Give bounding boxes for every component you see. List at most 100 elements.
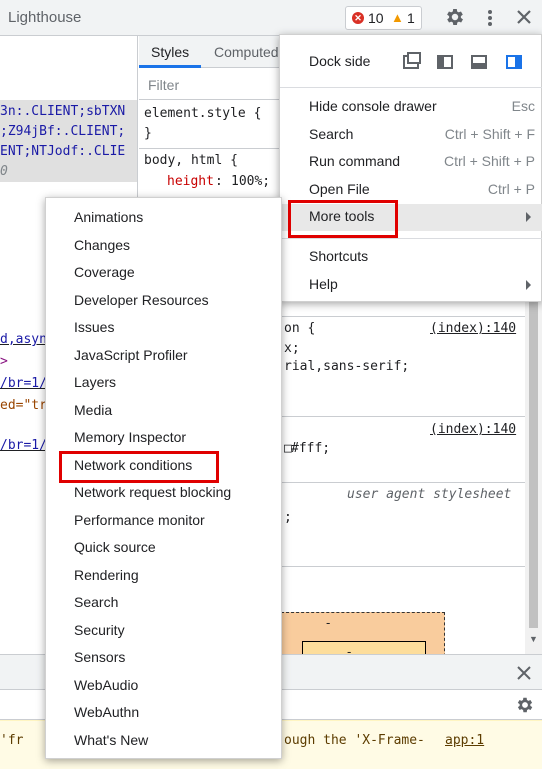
submenu-item-sensors[interactable]: Sensors <box>46 644 281 671</box>
submenu-item-security[interactable]: Security <box>46 617 281 644</box>
css-value-height[interactable]: 100%; <box>231 174 270 189</box>
dock-left-icon[interactable] <box>437 55 453 69</box>
issues-counter-badge[interactable]: ✕ 10 ▲ 1 <box>345 6 422 30</box>
css-declaration[interactable]: ; <box>284 510 292 525</box>
submenu-item-layers[interactable]: Layers <box>46 369 281 396</box>
undock-icon[interactable] <box>403 52 421 69</box>
menu-item-label: Hide console drawer <box>309 98 437 114</box>
submenu-item-label: What's New <box>74 732 149 748</box>
submenu-item-label: Developer Resources <box>74 292 209 308</box>
rule-selector[interactable]: on { <box>284 321 315 336</box>
devtools-topbar: Lighthouse ✕ 10 ▲ 1 <box>0 0 542 36</box>
submenu-item-label: Issues <box>74 319 115 335</box>
code-line: ed="tr <box>0 398 47 413</box>
code-text: ;Z94jBf:.CLIENT; <box>0 124 126 139</box>
code-line: /br=1/ <box>0 376 47 391</box>
scroll-down-arrow-icon[interactable]: ▼ <box>529 634 538 644</box>
menu-item-label: Help <box>309 276 338 292</box>
css-declaration[interactable]: rial,sans-serif; <box>284 359 409 374</box>
submenu-item-performance-monitor[interactable]: Performance monitor <box>46 507 281 534</box>
element-style-selector[interactable]: element.style { <box>144 106 261 121</box>
menu-item-run-command[interactable]: Run command Ctrl + Shift + P <box>280 149 542 176</box>
submenu-item-issues[interactable]: Issues <box>46 314 281 341</box>
more-tools-highlight-box <box>288 200 398 238</box>
tab-computed[interactable]: Computed <box>214 44 279 60</box>
submenu-item-network-request-blocking[interactable]: Network request blocking <box>46 479 281 506</box>
submenu-item-coverage[interactable]: Coverage <box>46 259 281 286</box>
submenu-item-label: Media <box>74 402 113 418</box>
panel-title-lighthouse[interactable]: Lighthouse <box>8 9 81 26</box>
submenu-item-label: Network request blocking <box>74 484 232 500</box>
css-declaration[interactable]: #fff; <box>291 441 330 456</box>
css-property-height[interactable]: height <box>167 174 214 189</box>
console-message-tail: ough the 'X-Frame- <box>284 733 425 748</box>
submenu-item-animations[interactable]: Animations <box>46 204 281 231</box>
box-border-value[interactable]: - <box>347 644 351 654</box>
code-text: ed="tr <box>0 398 47 413</box>
code-text: 0 <box>0 164 8 179</box>
console-settings-gear-icon[interactable] <box>515 695 535 715</box>
code-link[interactable]: /br=1/ <box>0 376 47 391</box>
submenu-item-label: Search <box>74 594 119 610</box>
submenu-item-webauthn[interactable]: WebAuthn <box>46 699 281 726</box>
menu-separator <box>280 87 542 88</box>
close-icon[interactable] <box>515 8 533 26</box>
dock-right-icon[interactable] <box>506 55 522 69</box>
menu-separator <box>280 238 542 239</box>
submenu-item-changes[interactable]: Changes <box>46 232 281 259</box>
submenu-item-label: Security <box>74 622 125 638</box>
code-text: ENT;NTJodf:.CLIE <box>0 144 126 159</box>
submenu-item-label: Animations <box>74 209 144 225</box>
menu-item-shortcut: Ctrl + P <box>487 181 535 197</box>
submenu-item-label: Rendering <box>74 567 139 583</box>
submenu-item-developer-resources[interactable]: Developer Resources <box>46 287 281 314</box>
submenu-item-javascript-profiler[interactable]: JavaScript Profiler <box>46 342 281 369</box>
css-declaration[interactable]: x; <box>284 341 300 356</box>
warning-count: 1 <box>407 10 415 26</box>
console-message: 'fr <box>0 733 24 748</box>
menu-item-label: Open File <box>309 181 370 197</box>
submenu-item-label: WebAuthn <box>74 704 140 720</box>
submenu-item-quick-source[interactable]: Quick source <box>46 534 281 561</box>
customize-devtools-menu: Dock side Hide console drawer Esc Search… <box>279 34 542 302</box>
source-link[interactable]: (index):140 <box>430 422 516 437</box>
submenu-item-media[interactable]: Media <box>46 397 281 424</box>
dock-bottom-icon[interactable] <box>471 55 487 69</box>
menu-item-help[interactable]: Help <box>280 272 542 299</box>
tab-styles[interactable]: Styles <box>151 44 189 60</box>
submenu-item-label: Sensors <box>74 649 126 665</box>
box-margin-value[interactable]: - <box>326 615 330 630</box>
submenu-item-label: Quick source <box>74 539 156 555</box>
code-link[interactable]: /br=1/ <box>0 438 47 453</box>
styles-filter-input[interactable]: Filter <box>148 77 179 93</box>
menu-item-shortcuts[interactable]: Shortcuts <box>280 244 542 271</box>
menu-item-search[interactable]: Search Ctrl + Shift + F <box>280 122 542 149</box>
submenu-item-label: JavaScript Profiler <box>74 347 188 363</box>
code-line: 3n:.CLIENT;sbTXN <box>0 104 125 119</box>
submenu-item-webaudio[interactable]: WebAudio <box>46 672 281 699</box>
close-drawer-icon[interactable] <box>516 665 532 681</box>
error-count: 10 <box>368 10 384 26</box>
more-tools-submenu: Animations Changes Coverage Developer Re… <box>45 197 282 759</box>
error-icon: ✕ <box>352 12 364 24</box>
scrollbar-thumb[interactable] <box>529 288 538 628</box>
console-source-link[interactable]: app:1 <box>445 733 484 748</box>
menu-item-hide-console-drawer[interactable]: Hide console drawer Esc <box>280 94 542 121</box>
submenu-item-label: WebAudio <box>74 677 139 693</box>
box-model-diagram[interactable]: - - <box>281 612 445 654</box>
submenu-arrow-icon <box>526 212 531 222</box>
body-html-selector[interactable]: body, html { <box>144 153 238 168</box>
settings-gear-icon[interactable] <box>444 6 466 28</box>
code-link[interactable]: d,asyn <box>0 332 47 347</box>
code-line: ENT;NTJodf:.CLIE <box>0 144 125 159</box>
code-line: 0 <box>0 164 8 179</box>
kebab-menu-icon[interactable] <box>480 8 500 28</box>
submenu-item-rendering[interactable]: Rendering <box>46 562 281 589</box>
user-agent-label: user agent stylesheet <box>347 487 512 502</box>
menu-item-shortcut: Esc <box>511 98 535 114</box>
dock-side-row: Dock side <box>280 47 542 77</box>
source-link[interactable]: (index):140 <box>430 321 516 336</box>
submenu-item-search[interactable]: Search <box>46 589 281 616</box>
submenu-item-memory-inspector[interactable]: Memory Inspector <box>46 424 281 451</box>
submenu-item-whats-new[interactable]: What's New <box>46 727 281 754</box>
